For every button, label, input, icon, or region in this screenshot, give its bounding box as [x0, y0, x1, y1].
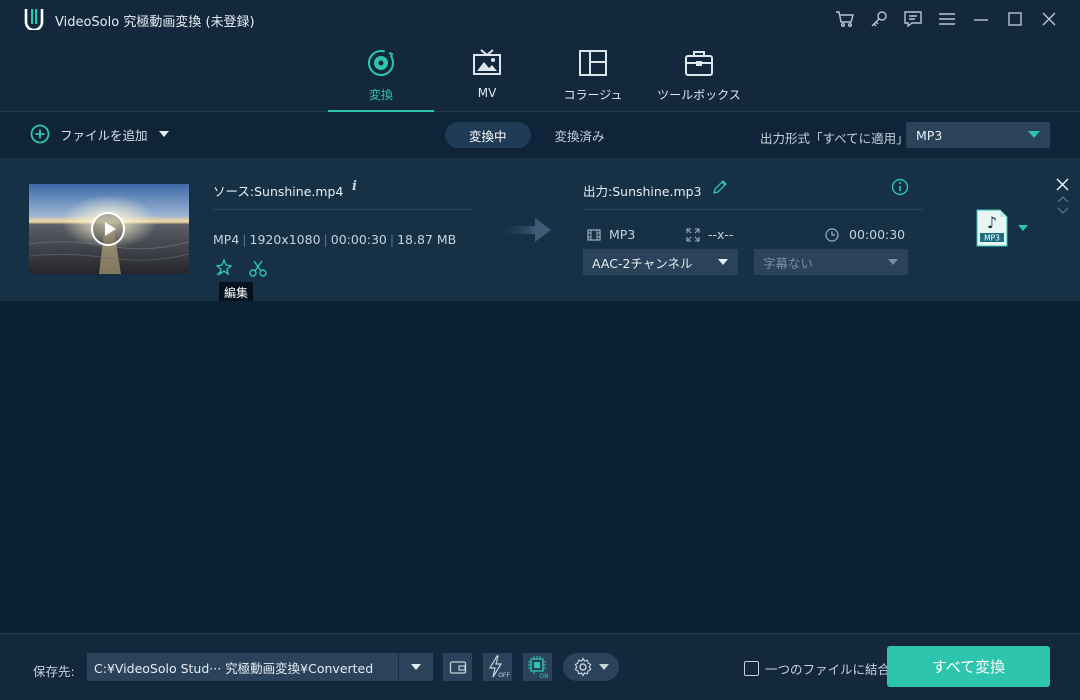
toolbox-icon	[685, 51, 713, 76]
settings-button[interactable]	[563, 653, 619, 681]
chevron-down-icon	[1028, 131, 1040, 138]
save-path-text: C:¥VideoSolo Stud··· 究極動画変換¥Converted	[94, 660, 374, 676]
convert-arrow-icon	[503, 218, 551, 242]
merge-label: 一つのファイルに結合	[765, 662, 891, 677]
tab-mv-label: MV	[477, 86, 497, 100]
convert-all-button[interactable]: すべて変換	[887, 646, 1050, 687]
output-format-select[interactable]: MP3	[906, 122, 1050, 148]
source-meta: MP4 | 1920x1080 | 00:00:30 | 18.87 MB	[213, 232, 457, 247]
subtitle-value: 字幕ない	[763, 255, 814, 271]
output-info-icon[interactable]	[891, 178, 909, 196]
gear-icon	[574, 657, 592, 677]
chevron-down-icon	[718, 259, 728, 265]
output-format-text: MP3	[609, 227, 636, 242]
source-filename: ソース:Sunshine.mp4	[213, 184, 344, 199]
app-logo-icon	[24, 9, 44, 30]
folder-icon	[449, 661, 466, 674]
format-dropdown-icon[interactable]	[1018, 225, 1028, 231]
output-format-value: MP3	[916, 127, 943, 143]
svg-text:ON: ON	[539, 673, 548, 679]
add-file-dropdown-icon[interactable]	[158, 129, 170, 139]
tab-converting[interactable]: 変換中	[445, 122, 531, 148]
output-duration-info: 00:00:30	[825, 227, 905, 242]
file-list-area	[0, 301, 1080, 633]
maximize-icon[interactable]	[998, 7, 1032, 31]
output-duration-text: 00:00:30	[849, 227, 906, 242]
cart-icon[interactable]	[828, 7, 862, 31]
edit-star-icon[interactable]	[214, 258, 234, 278]
chevron-down-icon[interactable]	[1057, 207, 1069, 215]
checkbox-box[interactable]	[744, 661, 759, 676]
cpu-on-icon: ON	[527, 656, 548, 679]
rename-pencil-icon[interactable]	[712, 179, 728, 195]
source-info-icon[interactable]: i	[352, 179, 357, 194]
gpu-accel-on-button[interactable]: ON	[523, 653, 552, 681]
collage-icon	[579, 50, 607, 76]
bottom-bar: 保存先: C:¥VideoSolo Stud··· 究極動画変換¥Convert…	[0, 633, 1080, 700]
output-resolution-info: --x--	[686, 227, 733, 242]
tab-convert-label: 変換	[368, 88, 393, 102]
output-format-label: 出力形式「すべてに適用」:	[760, 131, 913, 146]
mv-icon	[473, 49, 501, 75]
tab-converted[interactable]: 変換済み	[531, 122, 629, 148]
source-size: 18.87 MB	[397, 232, 457, 247]
remove-file-icon[interactable]	[1056, 178, 1069, 191]
tab-collage-label: コラージュ	[563, 88, 623, 102]
menu-icon[interactable]	[930, 7, 964, 31]
source-duration: 00:00:30	[330, 232, 387, 247]
clock-icon	[825, 227, 839, 242]
chevron-down-icon	[888, 259, 898, 265]
subtitle-select[interactable]: 字幕ない	[754, 249, 908, 275]
audio-track-value: AAC-2チャンネル	[592, 255, 693, 271]
toolbar: ファイルを追加 変換中 変換済み 出力形式「すべてに適用」: MP3	[0, 112, 1080, 158]
source-resolution: 1920x1080	[249, 232, 321, 247]
close-icon[interactable]	[1032, 7, 1066, 31]
title-bar: VideoSolo 究極動画変換 (未登録)	[0, 0, 1080, 38]
svg-text:♪: ♪	[987, 213, 997, 232]
output-format-info: MP3	[587, 227, 635, 242]
play-button[interactable]	[91, 212, 125, 246]
mp3-format-icon[interactable]: ♪ MP3	[976, 209, 1008, 247]
merge-checkbox[interactable]: 一つのファイルに結合	[744, 659, 890, 678]
add-circle-icon	[30, 124, 50, 144]
output-resolution-text: --x--	[708, 227, 734, 242]
film-icon	[587, 228, 601, 241]
chevron-down-icon	[599, 664, 609, 670]
add-file-label: ファイルを追加	[60, 127, 148, 143]
save-path-dropdown[interactable]	[398, 653, 433, 681]
hardware-accel-off-button[interactable]: OFF	[483, 653, 512, 681]
resize-icon	[686, 227, 700, 242]
convert-icon	[368, 50, 394, 76]
output-filename: 出力:Sunshine.mp3	[583, 184, 702, 199]
app-title: VideoSolo 究極動画変換 (未登録)	[55, 15, 255, 30]
tab-toolbox-label: ツールボックス	[657, 88, 741, 102]
divider	[213, 209, 473, 210]
convert-status-switch: 変換中 変換済み	[445, 122, 629, 148]
tab-mv[interactable]: MV	[434, 46, 540, 112]
key-icon[interactable]	[862, 7, 896, 31]
open-folder-button[interactable]	[443, 653, 472, 681]
source-format: MP4	[213, 232, 240, 247]
chevron-up-icon[interactable]	[1057, 195, 1069, 203]
main-nav: 変換 MV コラージュ ツールボックス	[0, 38, 1080, 112]
video-thumbnail[interactable]	[29, 184, 189, 274]
tab-collage[interactable]: コラージュ	[540, 46, 646, 112]
divider	[583, 209, 923, 210]
file-item: ソース:Sunshine.mp4 i MP4 | 1920x1080 | 00:00…	[0, 158, 1080, 303]
minimize-icon[interactable]	[964, 7, 998, 31]
feedback-icon[interactable]	[896, 7, 930, 31]
mp3-badge-label: MP3	[984, 234, 1000, 243]
save-location-label: 保存先:	[33, 664, 75, 679]
tab-convert[interactable]: 変換	[328, 46, 434, 112]
add-file-button[interactable]: ファイルを追加	[30, 124, 170, 144]
save-path-field[interactable]: C:¥VideoSolo Stud··· 究極動画変換¥Converted	[87, 653, 433, 681]
edit-tooltip: 編集	[219, 282, 254, 303]
tab-toolbox[interactable]: ツールボックス	[646, 46, 752, 112]
scissors-icon[interactable]	[248, 258, 268, 278]
audio-track-select[interactable]: AAC-2チャンネル	[583, 249, 738, 275]
svg-text:OFF: OFF	[498, 672, 510, 679]
lightning-off-icon: OFF	[488, 655, 510, 679]
